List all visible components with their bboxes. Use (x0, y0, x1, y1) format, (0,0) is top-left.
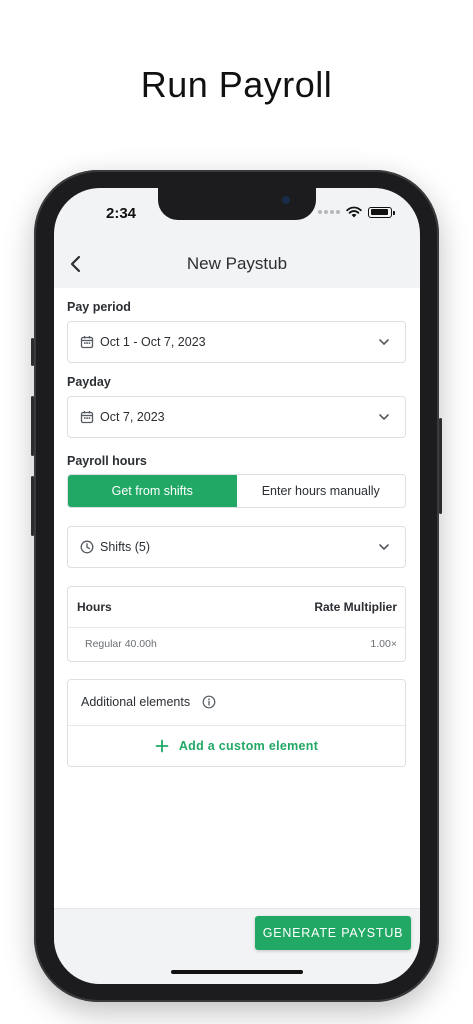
add-custom-element-button[interactable]: Add a custom element (68, 726, 405, 766)
info-icon[interactable] (202, 695, 216, 709)
payday-value: Oct 7, 2023 (100, 410, 165, 424)
paystub-form: Pay period Oct 1 - Oct 7, 2023 Payday Oc… (54, 288, 420, 908)
clock-icon (80, 540, 94, 554)
additional-elements-card: Additional elements Add a custom element (67, 679, 406, 767)
rate-multiplier-column-header: Rate Multiplier (314, 600, 397, 614)
hours-cell: Regular 40.00h (85, 638, 157, 650)
hours-table-header: Hours Rate Multiplier (68, 587, 405, 628)
payday-label: Payday (67, 375, 111, 389)
enter-hours-manually-option[interactable]: Enter hours manually (236, 475, 405, 507)
volume-up-button (31, 396, 34, 456)
chevron-down-icon (377, 410, 391, 424)
shifts-dropdown[interactable]: Shifts (5) (67, 526, 406, 568)
page-title: New Paystub (186, 254, 288, 273)
home-indicator[interactable] (171, 970, 303, 974)
status-icons (318, 206, 395, 218)
chevron-down-icon (377, 335, 391, 349)
payroll-hours-toggle: Get from shifts Enter hours manually (67, 474, 406, 508)
generate-paystub-button[interactable]: GENERATE PAYSTUB (255, 916, 411, 950)
shifts-value: Shifts (5) (100, 540, 151, 554)
chevron-down-icon (377, 540, 391, 554)
battery-icon (368, 206, 395, 218)
hours-table: Hours Rate Multiplier Regular 40.00h 1.0… (67, 586, 406, 662)
pay-period-label: Pay period (67, 300, 131, 314)
pay-period-value: Oct 1 - Oct 7, 2023 (100, 335, 206, 349)
hours-column-header: Hours (77, 600, 112, 614)
plus-icon (155, 739, 169, 753)
wifi-icon (346, 206, 362, 218)
payroll-hours-label: Payroll hours (67, 454, 147, 468)
payday-select[interactable]: Oct 7, 2023 (67, 396, 406, 438)
status-time: 2:34 (106, 205, 137, 222)
app-screen: 2:34 New Paystub Pay period Oct 1 - Oct … (54, 188, 420, 984)
status-bar: 2:34 (54, 188, 420, 236)
mute-switch (31, 338, 34, 366)
calendar-icon (80, 335, 94, 349)
power-button (439, 418, 442, 514)
table-row: Regular 40.00h 1.00× (68, 627, 405, 661)
get-from-shifts-option[interactable]: Get from shifts (68, 475, 237, 507)
page-headline: Run Payroll (140, 64, 333, 105)
add-custom-element-label: Add a custom element (178, 739, 319, 753)
additional-elements-header: Additional elements (68, 680, 405, 726)
volume-down-button (31, 476, 34, 536)
signal-icon (318, 210, 340, 214)
additional-elements-title: Additional elements (81, 695, 191, 709)
multiplier-cell: 1.00× (370, 638, 397, 650)
nav-bar: New Paystub (54, 240, 420, 289)
phone-frame: 2:34 New Paystub Pay period Oct 1 - Oct … (31, 170, 442, 1002)
calendar-icon (80, 410, 94, 424)
pay-period-select[interactable]: Oct 1 - Oct 7, 2023 (67, 321, 406, 363)
